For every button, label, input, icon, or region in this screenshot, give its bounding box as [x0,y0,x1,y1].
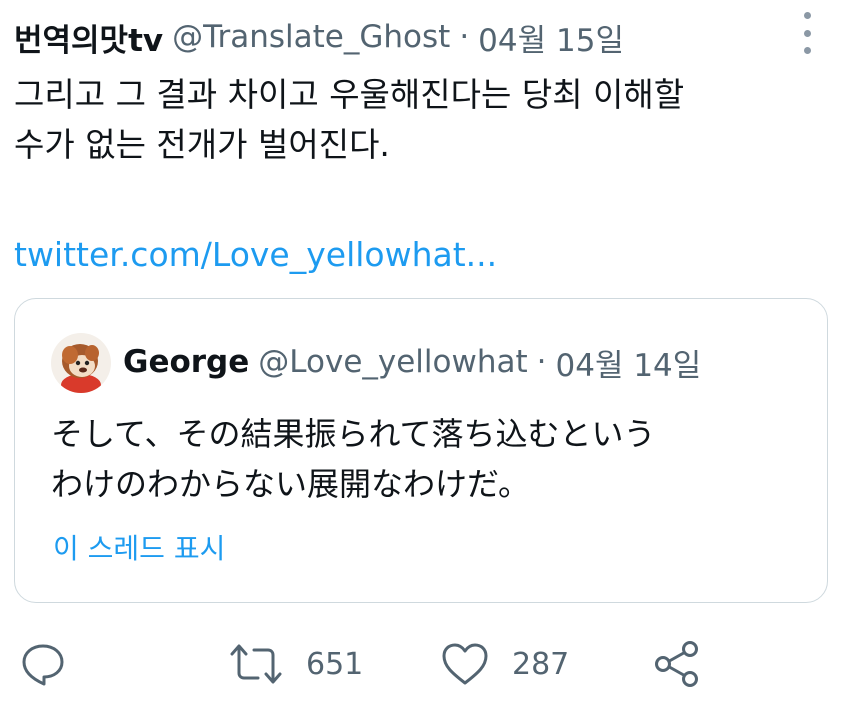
more-dot-icon [803,29,811,37]
more-dot-icon [803,47,811,54]
quote-date[interactable]: 04월 14일 [556,340,702,385]
speech-bubble-icon [22,644,64,686]
show-thread-link[interactable]: 이 스레드 표시 [53,527,225,567]
quote-tweet-card[interactable]: George @Love_yellowhat · 04월 14일 そして、その結… [14,298,828,603]
reply-button[interactable] [20,640,66,688]
retweet-button[interactable]: 651 [228,640,363,688]
heart-icon [442,643,488,685]
author-handle[interactable]: @Translate_Ghost [172,19,450,55]
share-nodes-icon [655,641,698,687]
tweet-link[interactable]: twitter.com/Love_yellowhat... [14,230,497,280]
retweet-count: 651 [306,646,364,682]
tweet-text: 그리고 그 결과 차이고 우울해진다는 당최 이해할 수가 없는 전개가 벌어진… [14,70,834,170]
share-button[interactable] [652,640,702,688]
retweet-arrows-icon [230,644,282,684]
quote-header-separator: · [536,344,547,380]
quote-text: そして、その結果振られて落ち込むという わけのわからない展開なわけだ。 [51,409,791,509]
tweet-text-line: 그리고 그 결과 차이고 우울해진다는 당최 이해할 [14,75,685,114]
avatar-image [51,333,111,393]
author-name[interactable]: 번역의맛tv [14,15,163,60]
more-options-button[interactable] [801,12,813,54]
like-count: 287 [512,646,570,682]
tweet-header: 번역의맛tv @Translate_Ghost · 04월 15일 [14,14,624,60]
quote-text-line: わけのわからない展開なわけだ。 [51,465,531,503]
quote-author-handle[interactable]: @Love_yellowhat [258,344,527,380]
like-button[interactable]: 287 [440,640,569,688]
quote-header: George @Love_yellowhat · 04월 14일 [123,339,701,385]
tweet-action-bar: 651 287 [0,630,865,700]
more-dot-icon [803,12,811,19]
avatar[interactable] [51,333,111,393]
post-date[interactable]: 04월 15일 [478,15,624,60]
quote-author-name[interactable]: George [123,344,249,380]
tweet-text-line: 수가 없는 전개가 벌어진다. [14,125,390,164]
header-separator: · [459,19,470,55]
quote-text-line: そして、その結果振られて落ち込むという [51,415,656,453]
